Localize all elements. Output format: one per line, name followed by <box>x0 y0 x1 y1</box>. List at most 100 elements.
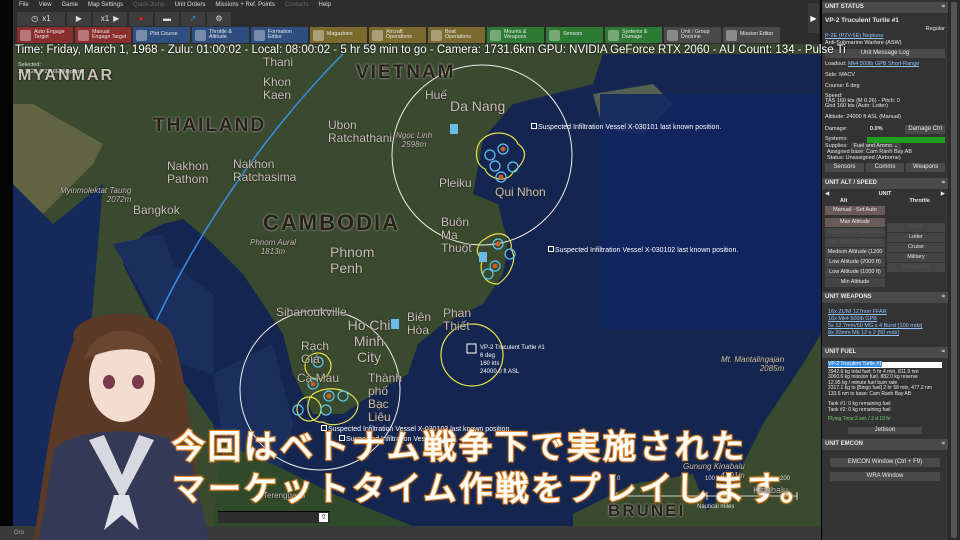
city-label: Khon Kaen <box>263 75 292 102</box>
alt-button[interactable]: Medium Altitude (1200 <box>825 248 885 257</box>
emcon-header[interactable]: UNIT EMCON ≈ <box>822 439 948 450</box>
settings-button[interactable]: ⚙ <box>207 11 231 26</box>
emcon-window-button[interactable]: EMCON Window (Ctrl + F9) <box>830 458 940 467</box>
record-button[interactable]: ● <box>129 11 153 26</box>
command-unit-group-doctrine[interactable]: Unit / Group Doctrine <box>664 27 721 43</box>
prev-unit-button[interactable]: ◀ <box>825 191 829 198</box>
command-icon <box>490 29 501 41</box>
command-systems-damage[interactable]: Systems & Damage <box>605 27 662 43</box>
manual-set-auto-button[interactable]: Manual - Set Auto <box>825 206 885 215</box>
toolbar: ◷ x1 ▶ x1 ▶ ● ▬ ↗ ⚙ <box>13 10 820 27</box>
step-speed-button[interactable]: x1 ▶ <box>93 11 127 26</box>
menu-help[interactable]: Help <box>319 2 331 8</box>
subtitle-caption: 今回はベトナム戦争下で実施された マーケットタイム作戦をプレイします。 <box>171 427 817 508</box>
damage-value: 0.0% <box>870 126 883 132</box>
menu-game[interactable]: Game <box>62 2 78 8</box>
peak-label: Mt. Mantalingajan 2085m <box>721 355 785 373</box>
unit-course: 6 deg <box>480 353 496 359</box>
sensors-button[interactable]: Sensors <box>825 163 864 172</box>
collapse-panel-button[interactable]: ▶ <box>808 3 819 33</box>
command-sensors[interactable]: Sensors <box>546 27 603 43</box>
command-mounts-weapons[interactable]: Mounts & Weapons <box>487 27 544 43</box>
weapon-item[interactable]: 8x 20mm Mk 12 x 2 [50 rnds] <box>828 330 942 337</box>
weapons-header[interactable]: UNIT WEAPONS ≈ <box>822 292 948 303</box>
unit-type-link[interactable]: P-2E (P2V-6E) Neptune <box>825 33 945 40</box>
menu-file[interactable]: File <box>19 2 29 8</box>
throttle-button: Flank <box>887 223 945 232</box>
alt-button[interactable]: Max Altitude <box>825 218 885 227</box>
unit-label[interactable]: VP-2 Truculent Turtle #1 6 deg 160 kts 2… <box>480 344 545 376</box>
command-auto-engage-target[interactable]: Auto Engage Target <box>17 27 73 43</box>
altitude: Altitude: 24000 ft ASL (Manual) <box>825 114 901 120</box>
play-button[interactable]: ▶ <box>67 11 91 26</box>
city-label: Phan Thiết <box>443 306 472 333</box>
weapon-item[interactable]: 16x Mk4 500lb GPB <box>828 316 942 323</box>
weapon-item[interactable]: 5x 12.7mm/50 MG x 4 Burst [100 rnds] <box>828 323 942 330</box>
city-label: Huế <box>425 88 448 102</box>
fuel-unit-select[interactable]: VP-2 Truculent Turtle #1 <box>828 361 882 367</box>
command-magazines[interactable]: Magazines <box>310 27 367 43</box>
unit-status-header[interactable]: UNIT STATUS ≈ <box>822 2 948 13</box>
command-icon <box>431 29 442 41</box>
peak-label: Phnom Aural 1813m <box>250 238 296 256</box>
alt-button: High Altitude (36000 ft) <box>825 228 885 237</box>
weapon-item[interactable]: 16x ZUNI 127mm FFAR <box>828 309 942 316</box>
command-icon <box>608 29 619 41</box>
peak-label: Myinmolektat Taung 2072m <box>60 186 132 204</box>
command-formation-editor[interactable]: Formation Editor <box>251 27 308 43</box>
menu-map-settings[interactable]: Map Settings <box>88 2 123 8</box>
panel-scrollbar[interactable] <box>948 0 960 540</box>
menu-missions[interactable]: Missions + Ref. Points <box>215 2 275 8</box>
city-label: Bangkok <box>133 203 180 217</box>
command-manual-engage-target[interactable]: Manual Engage Target <box>75 27 131 43</box>
alt-speed-header[interactable]: UNIT ALT / SPEED ≈ <box>822 178 948 189</box>
command-boat-operations[interactable]: Boat Operations <box>428 27 485 43</box>
command-throttle-altitude[interactable]: Throttle & Altitude <box>192 27 249 43</box>
collapse-icon: ≈ <box>941 4 945 10</box>
contact-marker[interactable]: Suspected Infiltration Vessel X-030101 l… <box>531 123 721 131</box>
city-label: Pleiku <box>439 176 472 190</box>
throttle-button[interactable]: Loiter <box>887 233 945 242</box>
command-mission-editor[interactable]: Mission Editor <box>723 27 780 43</box>
menu-unit-orders[interactable]: Unit Orders <box>175 2 206 8</box>
left-edge <box>0 0 13 540</box>
unit-panel: UNIT STATUS ≈ VP-2 Truculent Turtle #1 Re… <box>822 0 948 540</box>
redo-button[interactable]: ↗ <box>181 11 205 26</box>
command-icon <box>726 29 737 41</box>
upload-icon[interactable]: ⇧ <box>319 513 328 522</box>
city-label: Qui Nhon <box>495 185 546 199</box>
command-icon <box>549 29 560 41</box>
damage-ctrl-button[interactable]: Damage Ctrl <box>905 125 945 134</box>
command-aircraft-operations[interactable]: Aircraft Operations <box>369 27 426 43</box>
menu-contacts: Contacts <box>284 2 309 8</box>
menu-view[interactable]: View <box>39 2 52 8</box>
clock-icon: ◷ <box>31 14 39 23</box>
command-plot-course[interactable]: Plot Course <box>133 27 190 43</box>
country-label: CAMBODIA <box>263 210 400 235</box>
time-compression-label: x1 <box>42 14 51 23</box>
fuel-header[interactable]: UNIT FUEL ≈ <box>822 347 948 358</box>
comms-button[interactable]: Comms <box>865 163 905 172</box>
command-icon <box>195 29 206 41</box>
jettison-button[interactable]: Jettison <box>848 426 922 434</box>
alt-button[interactable]: Low Altitude (2000 ft) <box>825 258 885 267</box>
timeline-bar[interactable]: ⇧ <box>218 511 330 523</box>
weapons-button[interactable]: Weapons <box>906 163 946 172</box>
throttle-button[interactable]: Cruise <box>887 243 945 252</box>
next-unit-button[interactable]: ▶ <box>941 191 945 198</box>
contact-marker[interactable]: Suspected Infiltration Vessel X-030102 l… <box>548 246 738 254</box>
city-label: Nakhon Ratchasima <box>233 157 297 184</box>
alt-button[interactable]: Min Altitude <box>825 278 885 287</box>
wra-window-button[interactable]: WRA Window <box>830 472 940 481</box>
loadout-link[interactable]: Mk4 500lb GPB Short-Range <box>848 61 919 67</box>
unit-speed: 160 kts <box>480 361 500 367</box>
time-compression-button[interactable]: ◷ x1 <box>17 11 65 26</box>
menu-quick-jump: Quick Jump <box>132 2 165 8</box>
command-icon <box>254 29 265 41</box>
layers-button[interactable]: ▬ <box>155 11 179 26</box>
city-label: Ubon Ratchathani <box>328 118 393 145</box>
unit-altitude: 24000.0 ft ASL <box>480 369 520 375</box>
peak-label: Ngọc Linh 2598m <box>396 131 433 149</box>
alt-button[interactable]: Low Altitude (1000 ft) <box>825 268 885 277</box>
throttle-button[interactable]: Military <box>887 253 945 262</box>
